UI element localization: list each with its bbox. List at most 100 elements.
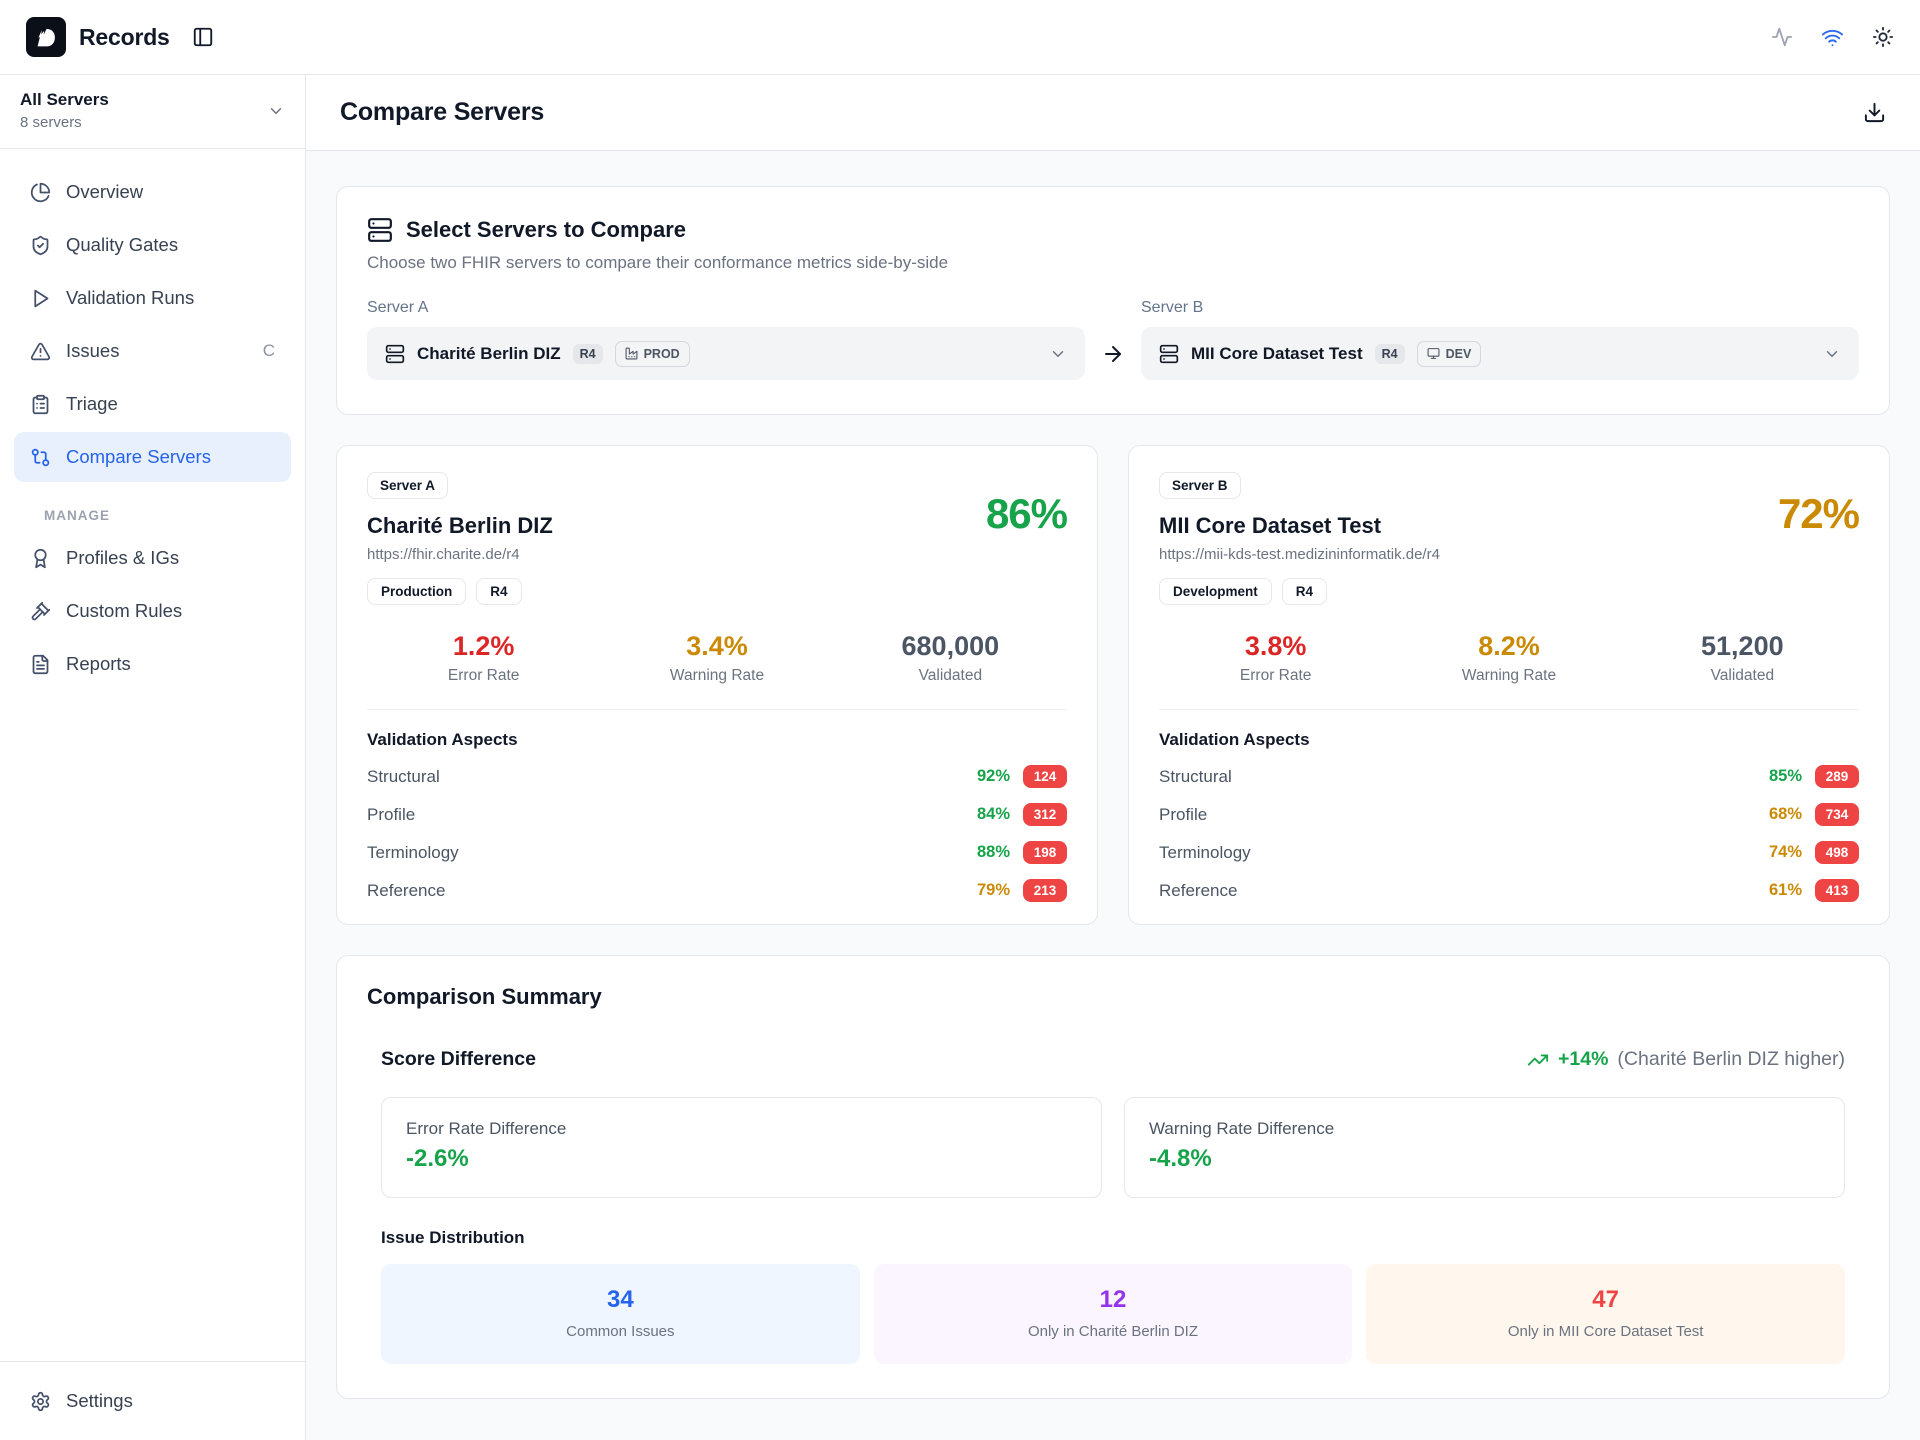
dist-box-label: Only in MII Core Dataset Test bbox=[1376, 1323, 1835, 1340]
aspect-label: Terminology bbox=[1159, 843, 1251, 863]
server-a-selected-value: Charité Berlin DIZ bbox=[417, 344, 561, 364]
main-area: Compare Servers Select Servers to Compar… bbox=[306, 75, 1920, 1440]
sidebar-nav: Overview Quality Gates Validation Runs I… bbox=[0, 149, 305, 692]
aspect-percent: 88% bbox=[977, 843, 1010, 862]
file-text-icon bbox=[30, 654, 51, 675]
aspect-count-badge: 124 bbox=[1023, 765, 1067, 788]
score-difference-label: Score Difference bbox=[381, 1048, 536, 1071]
aspect-count-badge: 413 bbox=[1815, 879, 1859, 902]
error-rate-difference-box: Error Rate Difference -2.6% bbox=[381, 1097, 1102, 1198]
sidebar-item-label: Profiles & IGs bbox=[66, 547, 179, 569]
diff-box-value: -2.6% bbox=[406, 1145, 1077, 1173]
aspect-percent: 85% bbox=[1769, 767, 1802, 786]
only-server-a-issues-box: 12 Only in Charité Berlin DIZ bbox=[874, 1264, 1353, 1364]
score-difference-note: (Charité Berlin DIZ higher) bbox=[1617, 1048, 1845, 1071]
git-compare-icon bbox=[30, 447, 51, 468]
connection-status-button[interactable] bbox=[1821, 26, 1844, 49]
stat-value: 1.2% bbox=[367, 631, 600, 662]
server-b-dropdown[interactable]: MII Core Dataset Test R4 DEV bbox=[1141, 327, 1859, 380]
aspect-count-badge: 198 bbox=[1023, 841, 1067, 864]
sidebar-item-triage[interactable]: Triage bbox=[14, 379, 291, 429]
sidebar-item-label: Validation Runs bbox=[66, 287, 194, 309]
aspect-count-badge: 213 bbox=[1023, 879, 1067, 902]
clipboard-list-icon bbox=[30, 394, 51, 415]
score-difference-value: +14% bbox=[1558, 1048, 1608, 1071]
server-a-env-badge: Production bbox=[367, 578, 466, 605]
server-a-score: 86% bbox=[986, 490, 1067, 605]
aspect-row: Structural92%124 bbox=[367, 765, 1067, 788]
server-a-env-label: PROD bbox=[644, 347, 680, 361]
server-scope-selector[interactable]: All Servers 8 servers bbox=[0, 75, 305, 149]
sidebar-item-reports[interactable]: Reports bbox=[14, 639, 291, 689]
activity-icon bbox=[1771, 26, 1793, 48]
activity-status-button[interactable] bbox=[1771, 26, 1793, 48]
topbar: Records bbox=[0, 0, 1920, 75]
issues-loader-badge: C bbox=[263, 341, 275, 361]
sidebar-item-issues[interactable]: Issues C bbox=[14, 326, 291, 376]
aspect-percent: 74% bbox=[1769, 843, 1802, 862]
brand-name: Records bbox=[79, 24, 170, 51]
dist-box-value: 34 bbox=[391, 1286, 850, 1314]
aspect-row: Profile68%734 bbox=[1159, 803, 1859, 826]
select-servers-subtitle: Choose two FHIR servers to compare their… bbox=[367, 253, 1859, 273]
theme-toggle-button[interactable] bbox=[1872, 26, 1894, 48]
app-logo bbox=[26, 17, 66, 57]
sidebar-item-compare-servers[interactable]: Compare Servers bbox=[14, 432, 291, 482]
play-icon bbox=[30, 288, 51, 309]
server-b-label: Server B bbox=[1141, 299, 1859, 317]
server-icon bbox=[1159, 344, 1179, 364]
server-scope-title: All Servers bbox=[20, 90, 109, 110]
stat-label: Warning Rate bbox=[600, 667, 833, 685]
warning-rate-difference-box: Warning Rate Difference -4.8% bbox=[1124, 1097, 1845, 1198]
logo-mark-icon bbox=[31, 22, 61, 52]
server-b-score: 72% bbox=[1778, 490, 1859, 605]
aspect-label: Structural bbox=[1159, 767, 1232, 787]
diff-box-value: -4.8% bbox=[1149, 1145, 1820, 1173]
page-title: Compare Servers bbox=[340, 98, 544, 127]
sidebar-item-label: Quality Gates bbox=[66, 234, 178, 256]
issue-distribution-title: Issue Distribution bbox=[381, 1228, 1845, 1248]
server-a-version-chip: R4 bbox=[573, 344, 603, 364]
chevron-down-icon bbox=[1823, 345, 1841, 363]
sidebar-item-profiles-igs[interactable]: Profiles & IGs bbox=[14, 533, 291, 583]
aspect-label: Profile bbox=[367, 805, 415, 825]
server-a-dropdown[interactable]: Charité Berlin DIZ R4 PROD bbox=[367, 327, 1085, 380]
server-a-env-chip: PROD bbox=[615, 341, 690, 367]
server-a-card: Server A Charité Berlin DIZ https://fhir… bbox=[336, 445, 1098, 925]
shield-check-icon bbox=[30, 235, 51, 256]
server-b-version-chip: R4 bbox=[1375, 344, 1405, 364]
server-a-name: Charité Berlin DIZ bbox=[367, 513, 553, 539]
validation-aspects-title: Validation Aspects bbox=[367, 730, 1067, 750]
sidebar-toggle-button[interactable] bbox=[192, 26, 214, 48]
dist-box-value: 12 bbox=[884, 1286, 1343, 1314]
export-download-button[interactable] bbox=[1863, 101, 1886, 124]
aspect-row: Profile84%312 bbox=[367, 803, 1067, 826]
wifi-icon bbox=[1821, 26, 1844, 49]
trending-up-icon bbox=[1527, 1049, 1549, 1071]
server-b-url: https://mii-kds-test.medizininformatik.d… bbox=[1159, 546, 1440, 563]
dist-box-label: Only in Charité Berlin DIZ bbox=[884, 1323, 1343, 1340]
sidebar-item-label: Custom Rules bbox=[66, 600, 182, 622]
comparison-summary-card: Comparison Summary Score Difference +14%… bbox=[336, 955, 1890, 1399]
page-header: Compare Servers bbox=[306, 75, 1920, 151]
aspect-percent: 79% bbox=[977, 881, 1010, 900]
sidebar-item-validation-runs[interactable]: Validation Runs bbox=[14, 273, 291, 323]
sun-icon bbox=[1872, 26, 1894, 48]
stat-label: Error Rate bbox=[367, 667, 600, 685]
stat-value: 51,200 bbox=[1626, 631, 1859, 662]
sidebar-item-overview[interactable]: Overview bbox=[14, 167, 291, 217]
sidebar-item-quality-gates[interactable]: Quality Gates bbox=[14, 220, 291, 270]
diff-box-label: Warning Rate Difference bbox=[1149, 1119, 1820, 1139]
server-a-label: Server A bbox=[367, 299, 1085, 317]
sidebar: All Servers 8 servers Overview Quality G… bbox=[0, 75, 306, 1440]
aspect-row: Terminology74%498 bbox=[1159, 841, 1859, 864]
stat-value: 8.2% bbox=[1392, 631, 1625, 662]
stat-label: Validated bbox=[834, 667, 1067, 685]
sidebar-item-custom-rules[interactable]: Custom Rules bbox=[14, 586, 291, 636]
server-a-url: https://fhir.charite.de/r4 bbox=[367, 546, 553, 563]
stat-label: Validated bbox=[1626, 667, 1859, 685]
aspect-percent: 68% bbox=[1769, 805, 1802, 824]
select-servers-title: Select Servers to Compare bbox=[406, 217, 686, 243]
chevron-down-icon bbox=[1049, 345, 1067, 363]
sidebar-item-settings[interactable]: Settings bbox=[14, 1376, 291, 1426]
